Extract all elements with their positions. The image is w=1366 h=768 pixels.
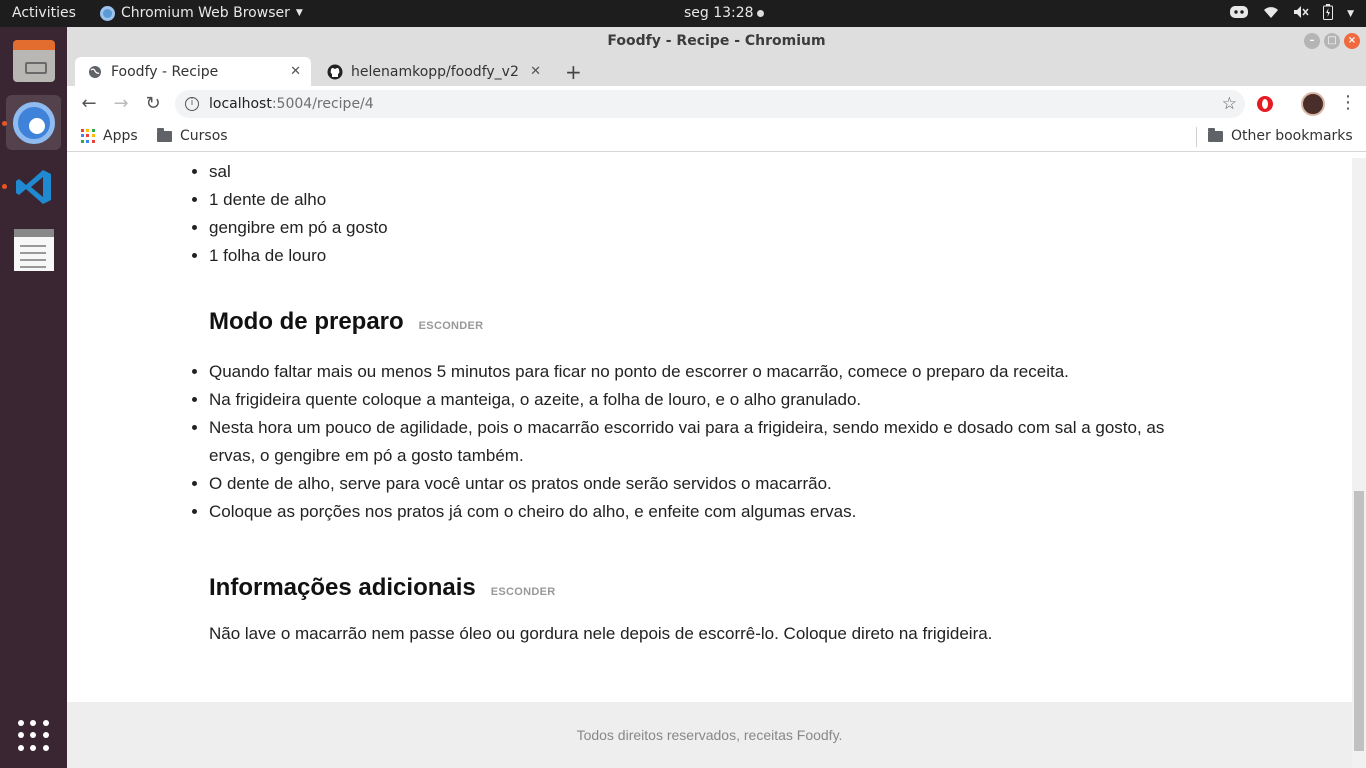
apps-grid-icon	[81, 129, 95, 143]
preparation-step: Coloque as porções nos pratos já com o c…	[209, 498, 1209, 526]
page-viewport: sal1 dente de alhogengibre em pó a gosto…	[67, 158, 1352, 768]
preparation-step: O dente de alho, serve para você untar o…	[209, 470, 1209, 498]
opera-extension-icon[interactable]	[1257, 96, 1273, 112]
maximize-button[interactable]: □	[1324, 33, 1340, 49]
additional-info-hide-toggle[interactable]: ESCONDER	[491, 586, 556, 598]
file-cabinet-icon	[12, 39, 55, 82]
ubuntu-dock	[0, 27, 67, 768]
volume-muted-icon[interactable]	[1293, 5, 1309, 23]
tab-label: helenamkopp/foodfy_v2	[351, 63, 519, 80]
ingredient-item: gengibre em pó a gosto	[209, 214, 388, 242]
discord-icon[interactable]	[1229, 4, 1249, 24]
caret-down-icon: ▼	[295, 8, 303, 18]
battery-icon[interactable]	[1323, 4, 1334, 24]
page-scrollbar[interactable]	[1352, 158, 1366, 768]
clock-text: seg 13:28	[684, 5, 754, 21]
close-tab-icon[interactable]: ✕	[290, 64, 301, 79]
address-bar[interactable]: i localhost:5004/recipe/4 ☆	[175, 90, 1245, 118]
tab-label: Foodfy - Recipe	[111, 63, 219, 80]
forward-arrow-icon[interactable]: →	[110, 93, 132, 115]
browser-window: Foodfy - Recipe - Chromium – □ × Foodfy …	[67, 27, 1366, 768]
preparation-steps-list: Quando faltar mais ou menos 5 minutos pa…	[209, 358, 1209, 526]
folder-icon	[157, 127, 172, 142]
preparation-header: Modo de preparo ESCONDER	[209, 308, 483, 336]
app-menu-label: Chromium Web Browser	[121, 5, 290, 21]
new-tab-plus-icon[interactable]: +	[565, 60, 582, 84]
scrollbar-thumb[interactable]	[1354, 491, 1364, 751]
bookmark-other-label: Other bookmarks	[1231, 128, 1353, 144]
preparation-step: Nesta hora um pouco de agilidade, pois o…	[209, 414, 1209, 470]
preparation-hide-toggle[interactable]: ESCONDER	[419, 320, 484, 332]
kebab-menu-icon[interactable]: ⋮	[1339, 92, 1357, 113]
app-grid-icon	[17, 719, 50, 752]
ingredient-item: 1 dente de alho	[209, 186, 388, 214]
bookmark-cursos-label: Cursos	[180, 128, 228, 144]
chromium-icon	[12, 101, 55, 144]
site-info-icon[interactable]: i	[185, 97, 199, 111]
additional-info-title: Informações adicionais	[209, 574, 476, 601]
minimize-button[interactable]: –	[1304, 33, 1320, 49]
preparation-step: Quando faltar mais ou menos 5 minutos pa…	[209, 358, 1209, 386]
app-menu[interactable]: Chromium Web Browser ▼	[100, 5, 303, 21]
additional-info-text: Não lave o macarrão nem passe óleo ou go…	[209, 624, 993, 643]
additional-info-header: Informações adicionais ESCONDER	[209, 574, 556, 602]
dock-text-editor[interactable]	[6, 222, 61, 277]
bookmarks-divider	[1196, 127, 1197, 147]
bookmark-apps[interactable]: Apps	[81, 128, 138, 144]
ingredient-item: sal	[209, 158, 388, 186]
ingredients-list: sal1 dente de alhogengibre em pó a gosto…	[209, 158, 388, 270]
power-menu-caret-icon[interactable]: ▼	[1347, 9, 1354, 19]
bookmark-apps-label: Apps	[103, 128, 138, 144]
ingredient-item: 1 folha de louro	[209, 242, 388, 270]
close-window-button[interactable]: ×	[1344, 33, 1360, 49]
clock[interactable]: seg 13:28	[684, 5, 764, 21]
preparation-step: Na frigideira quente coloque a manteiga,…	[209, 386, 1209, 414]
show-applications-button[interactable]	[6, 708, 61, 763]
reload-icon[interactable]: ↻	[142, 93, 164, 115]
activities-button[interactable]: Activities	[12, 5, 76, 21]
window-controls: – □ ×	[1304, 33, 1360, 49]
dock-files[interactable]	[6, 33, 61, 88]
notification-dot	[756, 9, 764, 17]
github-icon	[327, 64, 343, 80]
chromium-app-icon	[100, 5, 115, 21]
close-tab-icon[interactable]: ✕	[530, 64, 541, 79]
browser-toolbar: ← → ↻ i localhost:5004/recipe/4 ☆ ⋮	[67, 86, 1366, 122]
preparation-title: Modo de preparo	[209, 308, 404, 335]
bookmark-cursos[interactable]: Cursos	[157, 127, 228, 144]
globe-icon	[87, 64, 103, 80]
dock-vscode[interactable]	[6, 159, 61, 214]
folder-icon	[1208, 127, 1223, 142]
tab-github-repo[interactable]: helenamkopp/foodfy_v2 ✕	[315, 57, 551, 86]
page-footer: Todos direitos reservados, receitas Food…	[67, 702, 1352, 768]
window-title: Foodfy - Recipe - Chromium	[607, 33, 826, 49]
vscode-icon	[15, 169, 51, 204]
footer-text: Todos direitos reservados, receitas Food…	[576, 727, 843, 743]
system-top-bar: Activities Chromium Web Browser ▼ seg 13…	[0, 0, 1366, 27]
back-arrow-icon[interactable]: ←	[78, 93, 100, 115]
text-editor-icon	[13, 228, 54, 271]
window-titlebar[interactable]: Foodfy - Recipe - Chromium – □ ×	[67, 27, 1366, 55]
bookmark-other[interactable]: Other bookmarks	[1208, 127, 1353, 144]
profile-avatar[interactable]	[1301, 92, 1325, 116]
dock-chromium[interactable]	[6, 95, 61, 150]
tab-strip: Foodfy - Recipe ✕ helenamkopp/foodfy_v2 …	[67, 55, 1366, 86]
bookmark-star-icon[interactable]: ☆	[1222, 90, 1237, 118]
wifi-icon[interactable]	[1263, 5, 1279, 23]
url-text: localhost:5004/recipe/4	[209, 96, 374, 112]
system-tray[interactable]: ▼	[1229, 4, 1354, 24]
bookmarks-bar: Apps Cursos Other bookmarks	[67, 122, 1366, 152]
tab-foodfy-recipe[interactable]: Foodfy - Recipe ✕	[75, 57, 311, 86]
